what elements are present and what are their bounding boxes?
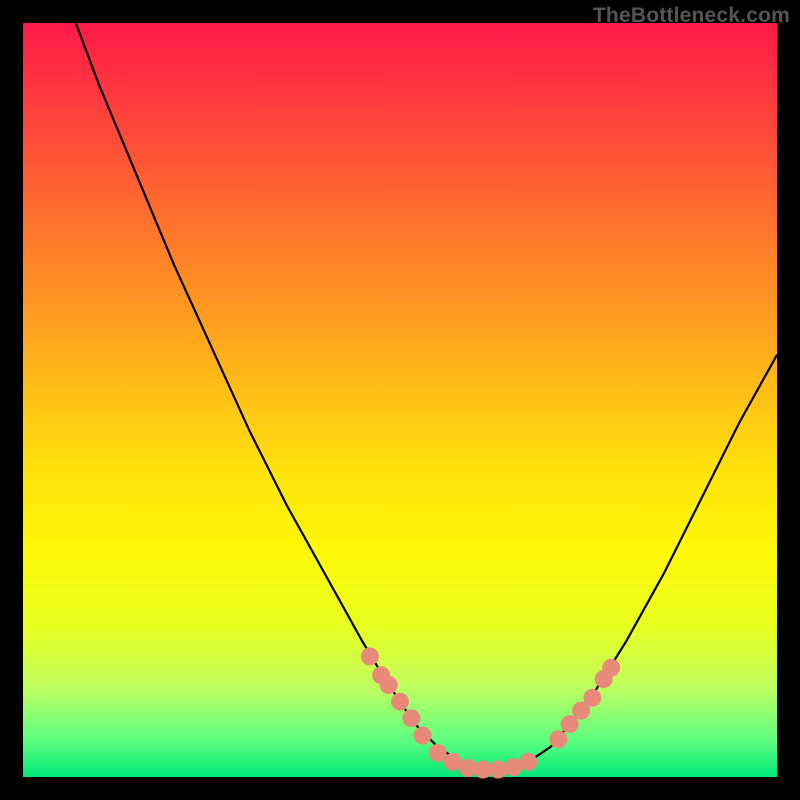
data-marker: [583, 689, 601, 707]
data-marker: [414, 727, 432, 745]
data-marker: [519, 753, 537, 771]
watermark-text: TheBottleneck.com: [593, 4, 790, 28]
data-marker: [489, 761, 507, 779]
data-marker: [380, 676, 398, 694]
data-marker: [391, 693, 409, 711]
data-marker: [402, 709, 420, 727]
bottleneck-curve: [76, 23, 777, 770]
data-marker: [602, 659, 620, 677]
chart-svg: [23, 23, 777, 777]
data-marker: [361, 647, 379, 665]
chart-frame: TheBottleneck.com: [0, 0, 800, 800]
data-marker: [429, 744, 447, 762]
marker-group: [361, 647, 620, 778]
data-marker: [549, 730, 567, 748]
plot-area: [23, 23, 777, 777]
